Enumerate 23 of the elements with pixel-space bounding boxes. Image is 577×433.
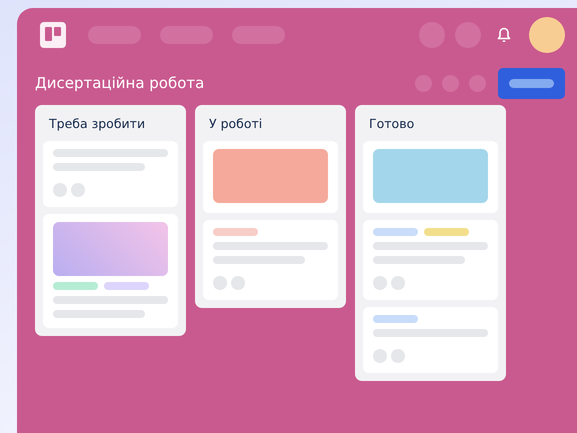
card[interactable]: [43, 141, 178, 207]
placeholder-avatar-icon: [391, 276, 405, 290]
placeholder-avatar-icon: [53, 183, 67, 197]
list-title: У роботі: [209, 115, 264, 132]
card[interactable]: [363, 307, 498, 373]
placeholder-avatar-icon: [71, 183, 85, 197]
card[interactable]: [363, 220, 498, 300]
board-logo-icon[interactable]: [40, 22, 66, 48]
board-title: Дисертаційна робота: [35, 74, 204, 92]
card[interactable]: [203, 141, 338, 213]
card[interactable]: [363, 141, 498, 213]
placeholder-avatar-icon: [373, 349, 387, 363]
list-title: Треба зробити: [49, 115, 146, 132]
placeholder-avatar-icon: [391, 349, 405, 363]
placeholder-avatar-icon: [213, 276, 227, 290]
share-button[interactable]: [498, 68, 565, 98]
card[interactable]: [203, 220, 338, 300]
placeholder-avatar-icon: [231, 276, 245, 290]
avatar-icon[interactable]: [529, 17, 565, 53]
bell-icon[interactable]: [497, 27, 511, 43]
placeholder-avatar-icon: [373, 276, 387, 290]
list-title: Готово: [369, 115, 416, 132]
card[interactable]: [43, 214, 178, 328]
